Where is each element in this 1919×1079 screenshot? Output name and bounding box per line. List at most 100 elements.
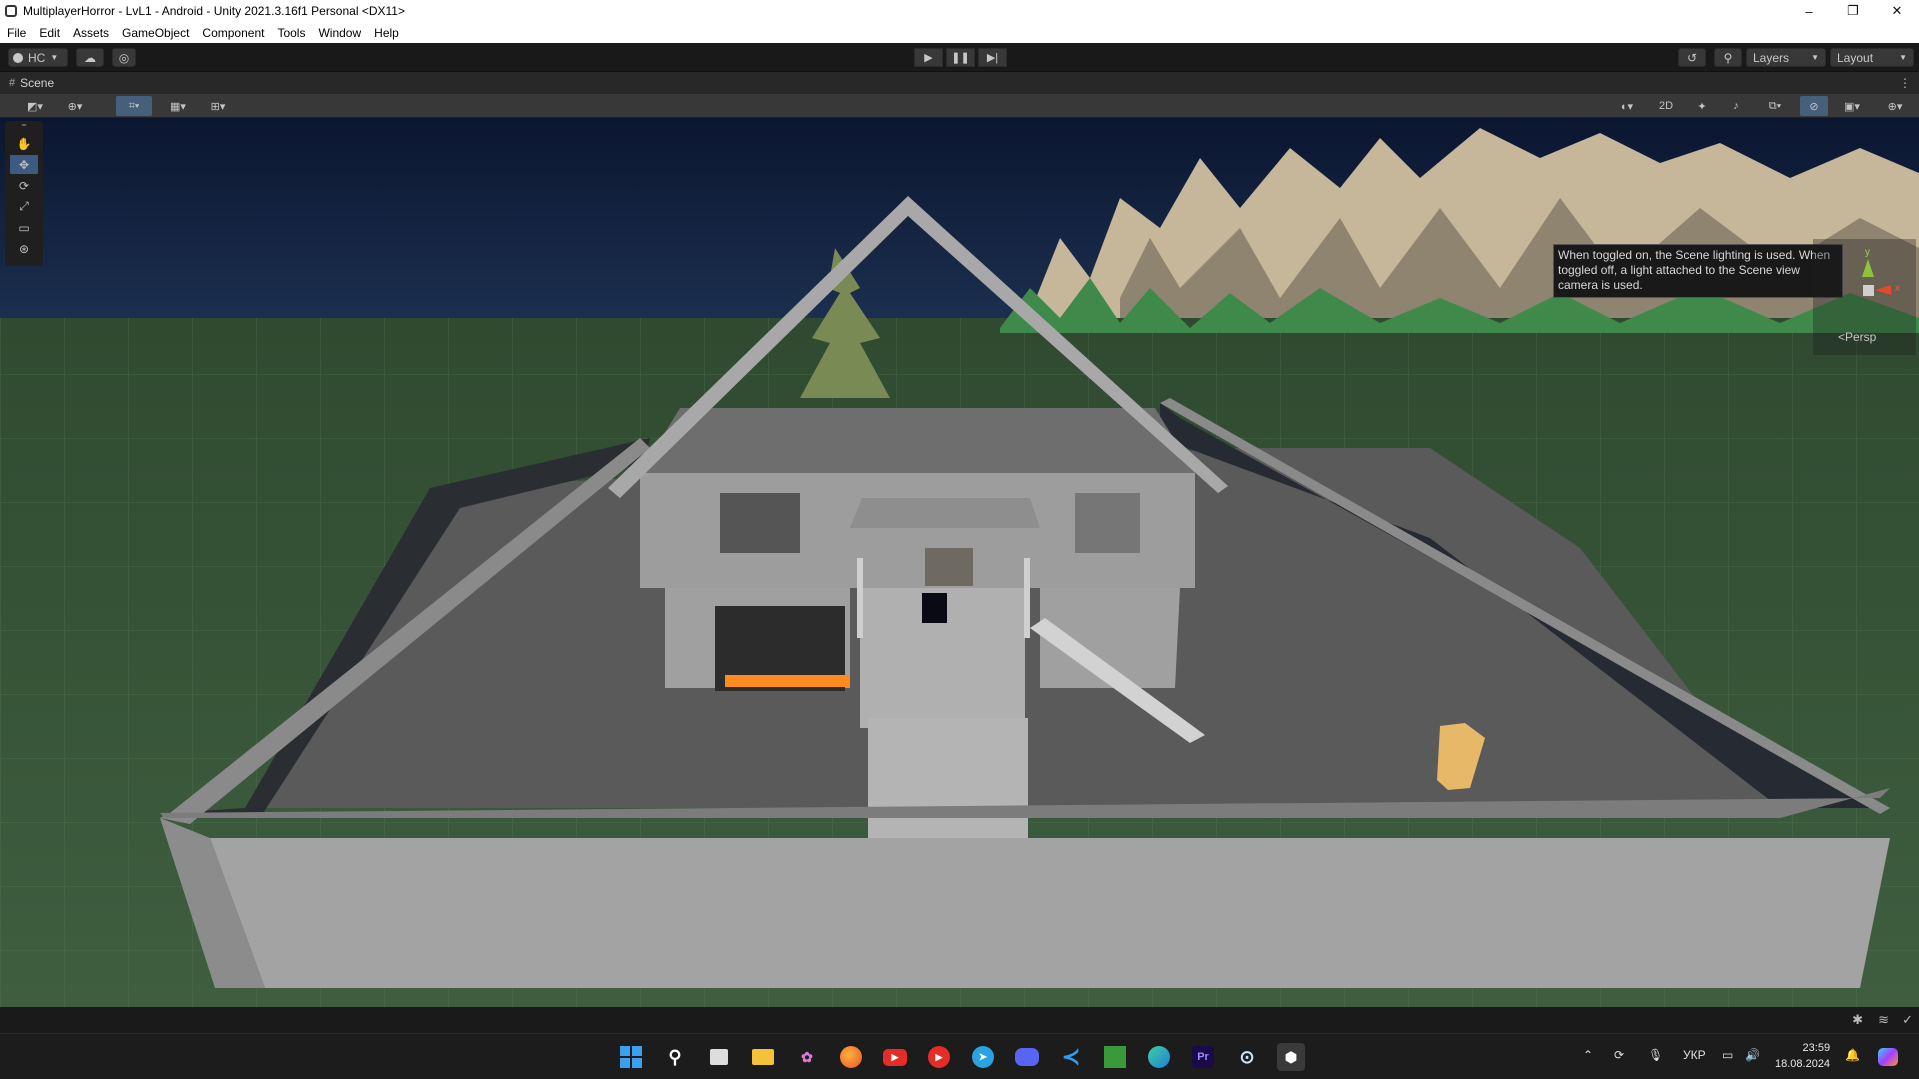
menu-window[interactable]: Window	[311, 26, 367, 40]
premiere-pro-icon[interactable]: Pr	[1189, 1043, 1217, 1071]
vscode-icon[interactable]: ≺	[1057, 1043, 1085, 1071]
copilot-glyph	[1878, 1048, 1898, 1066]
volume-icon[interactable]: 🔊	[1745, 1048, 1760, 1062]
task-view-glyph	[710, 1049, 728, 1065]
camera-dropdown[interactable]: ▣▾	[1834, 96, 1870, 116]
perspective-label[interactable]: <Persp	[1838, 330, 1876, 344]
menu-edit[interactable]: Edit	[32, 26, 66, 40]
notifications-icon[interactable]: 🔔	[1845, 1048, 1860, 1062]
unity-logo-icon	[5, 5, 17, 17]
rect-tool[interactable]: ▭	[10, 218, 38, 237]
mode-2d-label: 2D	[1658, 100, 1674, 112]
menu-help[interactable]: Help	[367, 26, 405, 40]
discord-icon[interactable]	[1013, 1043, 1041, 1071]
transform-tool[interactable]: ⊛	[10, 239, 38, 258]
window-title: MultiplayerHorror - LvL1 - Android - Uni…	[23, 4, 405, 18]
clock-time: 23:59	[1802, 1042, 1831, 1054]
hand-tool[interactable]: ✋	[10, 134, 38, 153]
global-local-dropdown[interactable]: ⊕▾	[58, 96, 92, 116]
sync-icon[interactable]: ⟳	[1614, 1048, 1624, 1062]
account-dropdown[interactable]: HC ▼	[8, 48, 68, 67]
browser-icon[interactable]	[1145, 1043, 1173, 1071]
debug-icon[interactable]: ✱	[1852, 1012, 1863, 1028]
firefox-glyph	[840, 1046, 862, 1068]
show-hidden-icons-icon[interactable]: ⌃	[1583, 1048, 1593, 1062]
search-button[interactable]: ⚲	[1714, 48, 1742, 67]
layout-dropdown[interactable]: Layout ▼	[1830, 48, 1914, 67]
ruler-icon: ⊞▾	[210, 100, 226, 113]
telegram-icon[interactable]: ➤	[969, 1043, 997, 1071]
clock[interactable]: 23:59 18.08.2024	[1775, 1040, 1830, 1072]
move-icon: ✥	[18, 157, 30, 172]
steam-icon[interactable]: ⊙	[1233, 1043, 1261, 1071]
windows-taskbar	[0, 1033, 1919, 1079]
hidden-objects-toggle[interactable]: ⊘	[1800, 96, 1828, 116]
menu-gameobject[interactable]: GameObject	[115, 26, 195, 40]
youtube-music-glyph: ▶	[928, 1046, 950, 1068]
folder-glyph	[752, 1049, 774, 1065]
language-indicator[interactable]: УКР	[1683, 1048, 1706, 1062]
firefox-icon[interactable]	[837, 1043, 865, 1071]
history-button[interactable]: ↺	[1678, 48, 1706, 67]
menu-file[interactable]: File	[0, 26, 32, 40]
render-mode-dropdown[interactable]: ◐▾	[1608, 96, 1646, 116]
tab-scene[interactable]: Scene	[20, 76, 54, 90]
front-wall-face	[210, 838, 1890, 988]
gizmo-x-cone	[1875, 285, 1891, 295]
scale-tool[interactable]: ⤢	[10, 197, 38, 216]
play-button[interactable]: ▶	[914, 48, 943, 67]
move-tool[interactable]: ✥	[10, 155, 38, 174]
chevron-down-icon: ▼	[50, 53, 59, 62]
check-circle-icon[interactable]: ✓	[1902, 1012, 1913, 1028]
scale-icon: ⤢	[19, 199, 29, 213]
start-icon[interactable]	[617, 1043, 645, 1071]
youtube-music-icon[interactable]: ▶	[925, 1043, 953, 1071]
microphone-icon[interactable]: 🎙	[1648, 1048, 1663, 1062]
collab-button[interactable]: ◎	[112, 48, 136, 67]
telegram-glyph: ➤	[972, 1046, 994, 1068]
lightbulb-icon: ✦	[1697, 100, 1707, 113]
pause-button[interactable]: ❚❚	[946, 48, 975, 67]
copilot-icon[interactable]	[1878, 1048, 1898, 1069]
menu-component[interactable]: Component	[195, 26, 270, 40]
scene-lighting-toggle[interactable]: ✦	[1688, 96, 1716, 116]
scene-tab-bar: # Scene ⋮	[0, 72, 1919, 94]
task-view-icon[interactable]	[705, 1043, 733, 1071]
maximize-button[interactable]: ❐	[1831, 0, 1875, 22]
menu-tools[interactable]: Tools	[270, 26, 311, 40]
grid-icon: ▦▾	[170, 100, 186, 113]
layers-stack-icon[interactable]: ≋	[1878, 1012, 1889, 1028]
network-icon[interactable]: ▭	[1722, 1048, 1733, 1062]
grid-visibility-dropdown[interactable]: ▦▾	[160, 96, 196, 116]
draw-mode-dropdown[interactable]: ◩▾	[18, 96, 52, 116]
minecraft-icon[interactable]	[1101, 1043, 1129, 1071]
snap-icon: ⌗▾	[128, 99, 140, 112]
search-icon[interactable]: ⚲	[661, 1043, 689, 1071]
panel-grip-icon[interactable]: ═	[10, 123, 38, 129]
youtube-icon[interactable]: ▶	[881, 1043, 909, 1071]
transform-tools-panel: ═ ✋ ✥ ⟳ ⤢ ▭ ⊛	[5, 121, 43, 266]
scene-toolbar: ◩▾ ⊕▾ ⌗▾ ▦▾ ⊞▾ ◐▾ 2D ✦ ♪ ⧉▾ ⊘ ▣▾ ⊕▾	[0, 94, 1919, 118]
rect-icon: ▭	[18, 220, 30, 235]
step-button[interactable]: ▶|	[978, 48, 1007, 67]
cloud-button[interactable]: ☁	[76, 48, 104, 67]
minimize-button[interactable]: –	[1787, 0, 1831, 22]
effects-dropdown[interactable]: ⧉▾	[1756, 96, 1794, 116]
audio-toggle[interactable]: ♪	[1722, 96, 1750, 116]
rotate-tool[interactable]: ⟳	[10, 176, 38, 195]
toggle-2d-button[interactable]: 2D	[1652, 96, 1680, 116]
increment-snap-dropdown[interactable]: ⊞▾	[200, 96, 236, 116]
more-options-icon[interactable]: ⋮	[1899, 76, 1911, 90]
close-button[interactable]: ✕	[1875, 0, 1919, 22]
collab-icon: ◎	[118, 50, 130, 65]
unity-icon[interactable]: ⬢	[1277, 1043, 1305, 1071]
house-roof-slab	[640, 408, 1195, 473]
orange-strip	[725, 675, 850, 687]
scene-viewport[interactable]: When toggled on, the Scene lighting is u…	[0, 118, 1919, 1007]
photos-icon[interactable]: ✿	[793, 1043, 821, 1071]
file-explorer-icon[interactable]	[749, 1043, 777, 1071]
menu-assets[interactable]: Assets	[66, 26, 115, 40]
gizmos-dropdown[interactable]: ⊕▾	[1876, 96, 1914, 116]
grid-snap-toggle[interactable]: ⌗▾	[116, 96, 152, 116]
layers-dropdown[interactable]: Layers ▼	[1746, 48, 1826, 67]
